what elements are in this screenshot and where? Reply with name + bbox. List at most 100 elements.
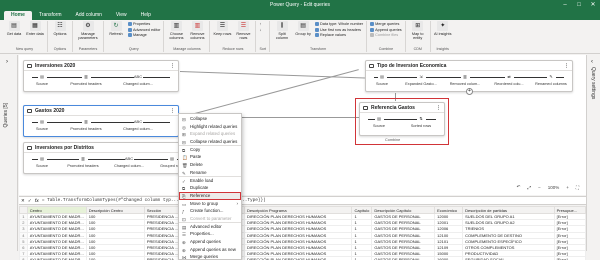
menu-item-create-function[interactable]: ƒ Create function... — [179, 207, 241, 215]
column-header[interactable]: Descripción Centro — [85, 206, 145, 214]
more-options-icon[interactable]: ⋮ — [170, 63, 175, 69]
keep-rows-button[interactable]: ☰ Keep rows — [213, 21, 231, 47]
more-options-icon[interactable]: ⋮ — [436, 105, 441, 111]
first-row-headers-button[interactable]: Use first row as headers — [315, 28, 363, 33]
query-card[interactable]: Tipo de Inversion Economica ⋮ ▤ Source ⇲ Ex… — [365, 60, 573, 95]
manage-button[interactable]: Manage — [128, 33, 160, 38]
table-cell[interactable]: PRESIDENCIA ... — [143, 243, 182, 252]
properties-button[interactable]: Properties — [128, 22, 160, 27]
menu-item-advanced-editor[interactable]: ▤ Advanced editor — [179, 223, 241, 231]
more-options-icon[interactable]: ⋮ — [564, 63, 569, 69]
column-header[interactable]: Descripción Programa — [243, 206, 353, 214]
menu-item-collapse[interactable]: ⊟ Collapse — [179, 115, 241, 123]
table-cell[interactable]: PRESIDENCIA ... — [143, 231, 182, 239]
diagram-view[interactable]: Inversiones 2020 ⋮ ▤ Source ▥ Promoted head… — [19, 55, 586, 195]
column-header[interactable]: Sección — [143, 206, 182, 214]
tab-home[interactable]: Home — [4, 11, 32, 20]
query-step[interactable]: ▥ Removed colum... — [444, 72, 486, 86]
table-cell[interactable]: AYUNTAMIENTO DE MADR... — [26, 243, 87, 252]
query-step[interactable]: ⇄ Reordered colu... — [488, 72, 530, 86]
table-cell[interactable]: PRESIDENCIA ... — [143, 225, 182, 233]
menu-item-collapse-related-queries[interactable]: ⊟ Collapse related queries — [179, 138, 241, 146]
zoom-out-icon[interactable]: − — [537, 184, 542, 191]
split-column-button[interactable]: ⫼ Split column — [273, 21, 291, 47]
query-step[interactable]: ⇲ Expanded Gasto... — [400, 72, 442, 86]
refresh-button[interactable]: ↻ Refresh — [107, 21, 125, 47]
expand-combine-icon[interactable]: + — [466, 88, 473, 95]
column-header[interactable]: Descripción de partidas — [462, 206, 555, 214]
map-to-entity-button[interactable]: ⊞ Map to entity — [409, 21, 427, 47]
enter-data-button[interactable]: ▦ Enter data — [26, 21, 44, 47]
combine-files-button[interactable]: Combine files — [370, 33, 402, 38]
minimize-icon[interactable]: – — [558, 0, 572, 10]
options-button[interactable]: ☷ Options — [51, 21, 69, 47]
tab-transform[interactable]: Transform — [32, 11, 69, 20]
query-step[interactable]: ABCChanged colum... — [108, 154, 150, 168]
tab-help[interactable]: Help — [134, 11, 158, 20]
query-step[interactable]: ▥ Promoted headers — [64, 117, 108, 131]
ai-insights-button[interactable]: ✦ AI insights — [434, 21, 452, 47]
table-cell[interactable]: AYUNTAMIENTO DE MADR... — [26, 219, 87, 227]
column-header[interactable]: Descripción Capítulo — [371, 206, 436, 214]
menu-item-reference[interactable]: ⎘ Reference — [179, 191, 241, 200]
table-cell[interactable]: PRESIDENCIA ... — [143, 219, 182, 227]
close-icon[interactable]: ✕ — [586, 0, 600, 10]
menu-item-append-queries[interactable]: ⊕ Append queries — [179, 238, 241, 246]
tab-view[interactable]: View — [109, 11, 134, 20]
column-header[interactable]: Económico — [434, 206, 464, 214]
query-step[interactable]: ▤ Source — [24, 117, 60, 131]
data-grid[interactable]: Centro Descripción Centro Sección Descripci… — [19, 206, 586, 260]
cancel-icon[interactable]: ✕ — [21, 198, 25, 204]
merge-queries-button[interactable]: Merge queries — [370, 22, 402, 27]
table-cell[interactable]: AYUNTAMIENTO DE MADR... — [26, 250, 87, 258]
query-card[interactable]: Inversiones 2020 ⋮ ▤ Source ▥ Promoted head… — [23, 60, 179, 92]
queries-pane[interactable]: › Queries [5] — [0, 55, 18, 251]
sort-ascending-button[interactable]: ↑ — [259, 22, 261, 27]
query-step[interactable]: ABCChanged colum... — [116, 117, 160, 131]
menu-item-properties[interactable]: ☰ Properties... — [179, 230, 241, 238]
menu-item-duplicate[interactable]: ⧉ Duplicate — [179, 184, 241, 192]
menu-item-merge-queries[interactable]: ⋈ Merge queries — [179, 253, 241, 259]
table-cell[interactable]: PRESIDENCIA ... — [143, 250, 182, 258]
menu-item-enable-load[interactable]: ✓ Enable load — [179, 177, 241, 185]
menu-item-paste[interactable]: 📋 Paste — [179, 153, 241, 161]
fullscreen-icon[interactable]: ⛶ — [575, 184, 580, 191]
formula-bar[interactable]: ✕ ✓ fx = Table.TransformColumnTypes(#"Ch… — [19, 196, 586, 205]
remove-columns-button[interactable]: ▥ Remove columns — [188, 21, 206, 47]
query-step[interactable]: ▤ Source — [24, 154, 60, 168]
table-cell[interactable]: AYUNTAMIENTO DE MADR... — [26, 225, 87, 233]
collapse-pane-icon[interactable]: ‹ — [591, 59, 593, 65]
confirm-icon[interactable]: ✓ — [28, 198, 32, 204]
column-header[interactable]: Capítulo — [351, 206, 373, 214]
query-step[interactable]: ABCChanged colum... — [116, 72, 160, 86]
table-cell[interactable]: PRESIDENCIA ... — [143, 237, 182, 245]
grid-corner[interactable] — [19, 206, 28, 214]
advanced-editor-button[interactable]: Advanced editor — [128, 28, 160, 33]
query-step[interactable]: ▥ Promoted headers — [62, 154, 104, 168]
menu-item-rename[interactable]: ✎ Rename — [179, 169, 241, 177]
undo-icon[interactable]: ↶ — [516, 183, 522, 191]
menu-item-move-to-group[interactable]: ▭ Move to group › — [179, 200, 241, 208]
group-by-button[interactable]: ▤ Group by — [294, 21, 312, 47]
get-data-button[interactable]: ▤ Get data — [5, 21, 23, 47]
remove-rows-button[interactable]: ☰ Remove rows — [234, 21, 252, 47]
menu-item-delete[interactable]: 🗑 Delete — [179, 161, 241, 169]
replace-values-button[interactable]: Replace values — [315, 33, 363, 38]
table-cell[interactable]: PRESIDENCIA ... — [143, 212, 182, 221]
maximize-icon[interactable]: □ — [572, 0, 586, 10]
query-step[interactable]: ▤ Source — [24, 72, 60, 86]
column-header[interactable]: Centro — [26, 206, 87, 214]
manage-parameters-button[interactable]: ⚙ Manage parameters — [76, 21, 100, 47]
query-step[interactable]: ✎ Renamed columns — [530, 72, 572, 86]
choose-columns-button[interactable]: ▥ Choose columns — [167, 21, 185, 47]
zoom-in-icon[interactable]: + — [565, 184, 570, 191]
query-step[interactable]: ▤ Source — [366, 72, 398, 86]
more-options-icon[interactable]: ⋮ — [170, 108, 175, 114]
expand-pane-icon[interactable]: › — [6, 59, 8, 65]
query-step[interactable]: ▤ Source — [362, 114, 396, 128]
table-cell[interactable]: AYUNTAMIENTO DE MADR... — [26, 212, 87, 221]
query-step[interactable]: ▥ Promoted headers — [64, 72, 108, 86]
sort-descending-button[interactable]: ↓ — [259, 28, 261, 33]
tab-add-column[interactable]: Add column — [69, 11, 109, 20]
column-header[interactable]: Presupue... — [553, 206, 586, 214]
